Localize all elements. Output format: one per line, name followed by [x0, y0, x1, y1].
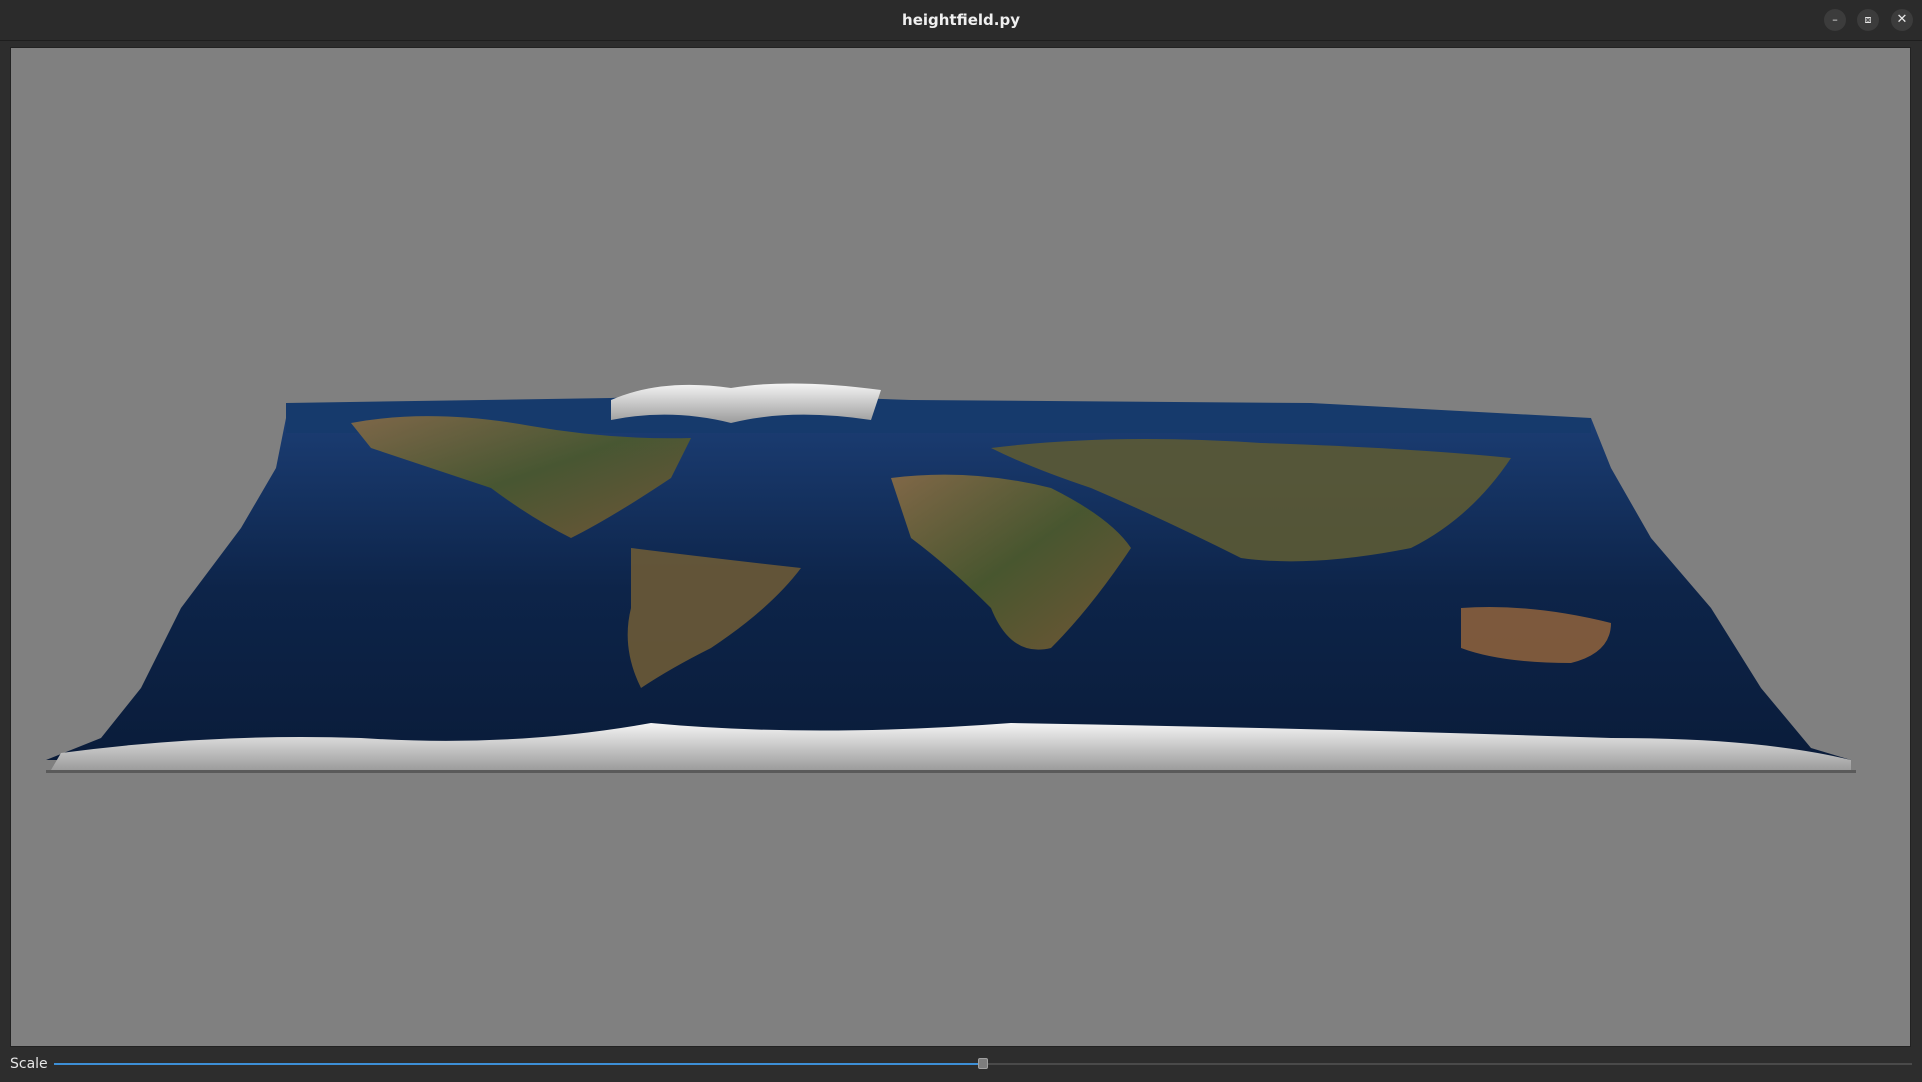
minimize-button[interactable]: – [1824, 9, 1846, 31]
close-button[interactable]: ✕ [1891, 9, 1913, 31]
ocean-terrain [46, 418, 1851, 760]
scale-slider-fill [54, 1063, 983, 1065]
minimize-icon: – [1832, 13, 1838, 26]
render-viewport[interactable] [10, 47, 1911, 1047]
restore-icon: ⧈ [1864, 13, 1872, 26]
scale-label: Scale [10, 1056, 48, 1072]
restore-button[interactable]: ⧈ [1857, 9, 1879, 31]
terrain-base-shadow [46, 770, 1856, 773]
control-bar: Scale [0, 1050, 1922, 1082]
heightfield-render [46, 383, 1856, 773]
scale-slider-handle[interactable] [978, 1058, 988, 1069]
title-bar[interactable]: heightfield.py – ⧈ ✕ [0, 0, 1922, 41]
app-window: heightfield.py – ⧈ ✕ Scale [0, 0, 1922, 1082]
scale-slider[interactable] [54, 1058, 1912, 1069]
close-icon: ✕ [1896, 12, 1908, 27]
window-title: heightfield.py [902, 11, 1020, 29]
